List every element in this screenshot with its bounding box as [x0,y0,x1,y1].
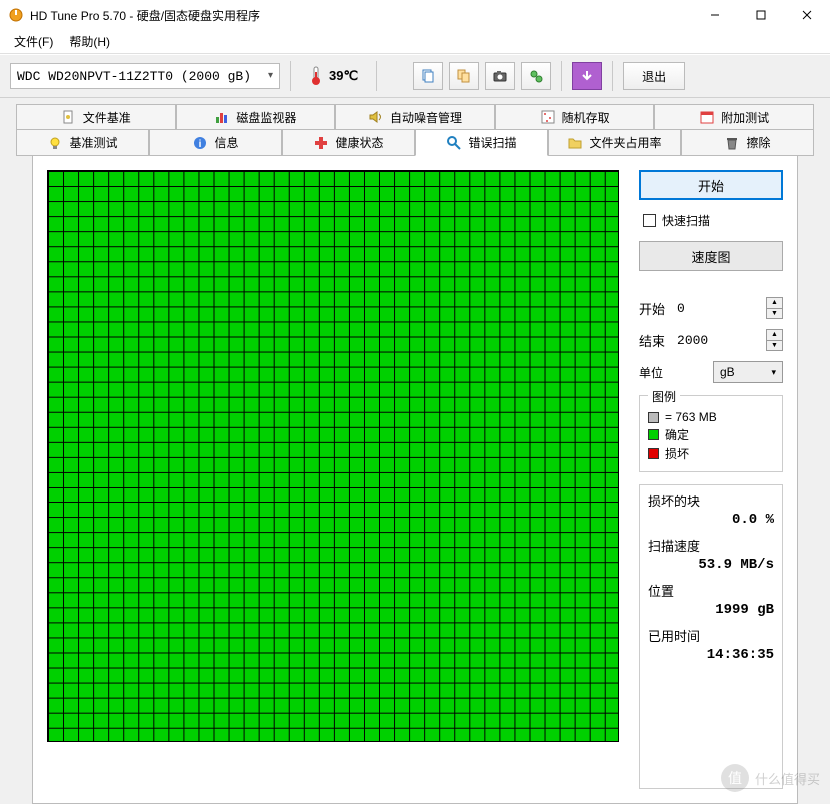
svg-text:i: i [199,139,202,150]
watermark-icon: 值 [721,764,749,792]
window-title: HD Tune Pro 5.70 - 硬盘/固态硬盘实用程序 [30,7,692,24]
magnifier-icon [446,135,462,151]
block-map [47,170,619,742]
legend-title: 图例 [648,388,680,405]
tab-erase[interactable]: 擦除 [681,130,814,156]
menu-file[interactable]: 文件(F) [6,31,61,52]
health-icon [313,135,329,151]
error-scan-panel: 开始 快速扫描 速度图 开始 0 ▲▼ 结束 2000 ▲▼ 单位 gB [32,156,798,804]
toolbar: WDC WD20NPVT-11Z2TT0 (2000 gB) ▾ 39℃ 退出 [0,54,830,98]
folder-icon [567,135,583,151]
unit-selector[interactable]: gB ▾ [713,361,783,383]
legend-bad: 损坏 [648,444,774,463]
tab-row-1: 文件基准 磁盘监视器 自动噪音管理 随机存取 附加测试 [16,104,814,130]
exit-button[interactable]: 退出 [623,62,685,90]
watermark: 值 什么值得买 [721,764,820,792]
bad-swatch-icon [648,448,659,459]
menu-help[interactable]: 帮助(H) [61,31,118,52]
thermometer-icon [309,66,323,86]
window-buttons [692,0,830,30]
settings-button[interactable] [521,62,551,90]
chevron-down-icon: ▾ [268,70,273,82]
ok-swatch-icon [648,429,659,440]
temperature-display: 39℃ [301,66,366,86]
start-label: 开始 [639,299,665,318]
copy-info-button[interactable] [413,62,443,90]
tab-health[interactable]: 健康状态 [282,130,415,156]
end-value: 2000 [665,333,766,348]
checkbox-icon [643,214,656,227]
scan-speed-stat: 扫描速度 53.9 MB/s [648,536,774,573]
tab-row-2: 基准测试 i 信息 健康状态 错误扫描 文件夹占用率 擦除 [16,130,814,156]
start-button[interactable]: 开始 [639,170,783,200]
drive-selector[interactable]: WDC WD20NPVT-11Z2TT0 (2000 gB) ▾ [10,63,280,89]
save-button[interactable] [572,62,602,90]
quick-scan-checkbox[interactable]: 快速扫描 [639,210,783,231]
tab-extra-tests[interactable]: 附加测试 [654,104,814,130]
legend-ok: 确定 [648,425,774,444]
titlebar: HD Tune Pro 5.70 - 硬盘/固态硬盘实用程序 [0,0,830,30]
tab-random-access[interactable]: 随机存取 [495,104,655,130]
legend-block-size: = 763 MB [648,409,774,425]
chart-icon [214,109,230,125]
screenshot-button[interactable] [485,62,515,90]
spin-up-icon: ▲ [767,298,782,309]
spin-up-icon: ▲ [767,330,782,341]
tab-noise-management[interactable]: 自动噪音管理 [335,104,495,130]
minimize-button[interactable] [692,0,738,30]
unit-label: 单位 [639,364,663,381]
separator [612,61,613,91]
separator [376,61,377,91]
separator [290,61,291,91]
speaker-icon [368,109,384,125]
tab-disk-monitor[interactable]: 磁盘监视器 [176,104,336,130]
spin-down-icon: ▼ [767,341,782,351]
spin-down-icon: ▼ [767,309,782,319]
info-icon: i [192,135,208,151]
end-spinner[interactable]: ▲▼ [766,329,783,351]
end-position-row: 结束 2000 ▲▼ [639,329,783,351]
speed-map-button[interactable]: 速度图 [639,241,783,271]
separator [561,61,562,91]
close-button[interactable] [784,0,830,30]
tab-area: 文件基准 磁盘监视器 自动噪音管理 随机存取 附加测试 基准测试 i 信息 [0,98,830,804]
drive-selector-value: WDC WD20NPVT-11Z2TT0 (2000 gB) [17,69,251,84]
maximize-button[interactable] [738,0,784,30]
start-spinner[interactable]: ▲▼ [766,297,783,319]
elapsed-time-stat: 已用时间 14:36:35 [648,626,774,663]
legend-box: 图例 = 763 MB 确定 损坏 [639,395,783,472]
lightbulb-icon [47,135,63,151]
chevron-down-icon: ▾ [771,367,776,378]
calendar-icon [699,109,715,125]
damaged-blocks-stat: 损坏的块 0.0 % [648,491,774,528]
tab-error-scan[interactable]: 错误扫描 [415,130,548,156]
tab-info[interactable]: i 信息 [149,130,282,156]
app-icon [8,7,24,23]
tab-benchmark[interactable]: 基准测试 [16,130,149,156]
file-icon [61,109,77,125]
end-label: 结束 [639,331,665,350]
tab-folder-usage[interactable]: 文件夹占用率 [548,130,681,156]
copy-screenshot-button[interactable] [449,62,479,90]
position-stat: 位置 1999 gB [648,581,774,618]
scan-controls: 开始 快速扫描 速度图 开始 0 ▲▼ 结束 2000 ▲▼ 单位 gB [619,170,783,789]
tab-file-benchmark[interactable]: 文件基准 [16,104,176,130]
unit-row: 单位 gB ▾ [639,361,783,383]
trash-icon [724,135,740,151]
menubar: 文件(F) 帮助(H) [0,30,830,54]
start-position-row: 开始 0 ▲▼ [639,297,783,319]
grid-icon [540,109,556,125]
temperature-value: 39℃ [329,68,358,84]
start-value: 0 [665,301,766,316]
stats-box: 损坏的块 0.0 % 扫描速度 53.9 MB/s 位置 1999 gB 已用时… [639,484,783,789]
block-swatch-icon [648,412,659,423]
